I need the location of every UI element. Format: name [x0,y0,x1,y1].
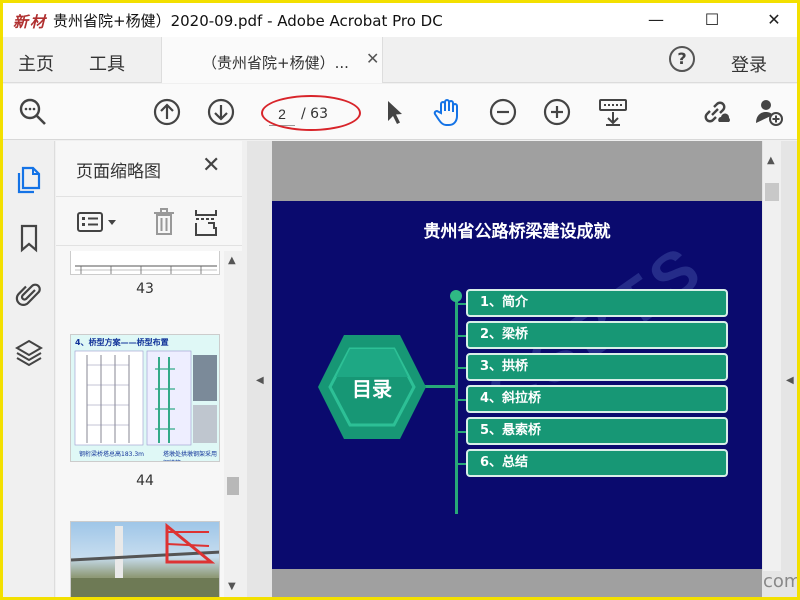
thumbnail-page-number: 43 [136,281,154,297]
panel-toolbar [56,196,242,246]
acrobat-window: 新材 贵州省院+杨健）2020-09.pdf - Adobe Acrobat P… [3,3,797,597]
hand-icon[interactable] [431,96,463,128]
login-button[interactable]: 登录 [731,51,767,77]
toc-label: 目录 [352,377,392,401]
scroll-up-icon[interactable]: ▲ [767,155,775,166]
close-window-button[interactable]: ✕ [751,3,797,37]
page-highlight-annotation [261,95,361,131]
slide-title: 贵州省公路桥梁建设成就 [423,222,611,242]
scrollbar-thumb[interactable] [227,477,239,495]
collapse-right-pane-icon[interactable]: ◀ [786,375,794,386]
search-icon[interactable] [17,96,49,128]
app-logo-icon: 新材 [13,13,48,31]
page-up-icon[interactable] [151,96,183,128]
thumbnail-caption: 塔墩处拱墩钢架采用钢锚箱 [163,451,218,461]
connector-line [455,296,458,514]
tab-home[interactable]: 主页 [18,50,54,76]
slide-page: CSBTS 贵州省公路桥梁建设成就 目录 1、简介 2、梁桥 3、拱桥 4、斜拉… [272,201,762,569]
zoom-in-icon[interactable] [541,96,573,128]
thumbnail-page-43[interactable] [70,251,220,275]
toc-item: 1、简介 [466,289,728,317]
scroll-down-icon[interactable]: ▼ [228,581,236,592]
zoom-out-icon[interactable] [487,96,519,128]
select-arrow-icon[interactable] [377,96,409,128]
title-bar: 新材 贵州省院+杨健）2020-09.pdf - Adobe Acrobat P… [3,3,797,37]
window-title: 贵州省院+杨健）2020-09.pdf - Adobe Acrobat Pro … [53,12,443,30]
document-tab-label: （贵州省院+杨健）... [202,54,349,72]
thumbnail-panel: 页面缩略图 ✕ 43 4、桥型方案——桥型布置 钢桁梁桥塔总高183.3m 塔墩… [56,141,242,597]
next-page-area [272,569,762,597]
insert-page-icon[interactable] [190,207,222,237]
tab-tools[interactable]: 工具 [89,50,125,76]
bookmark-icon[interactable] [14,223,44,253]
scroll-up-icon[interactable]: ▲ [228,255,236,266]
previous-page-area [272,141,762,201]
minimize-button[interactable]: — [633,3,679,37]
add-user-icon[interactable] [753,96,785,128]
document-scrollbar[interactable]: ▲ [763,141,781,571]
navigation-pane [3,141,55,597]
help-button[interactable]: ? [669,46,695,72]
thumbnail-caption: 钢桁梁桥塔总高183.3m [79,451,145,458]
page-down-icon[interactable] [205,96,237,128]
maximize-button[interactable]: ☐ [689,3,735,37]
thumbnail-scrollbar[interactable]: ▲ ▼ [224,251,242,597]
attachment-icon[interactable] [14,279,44,309]
thumbnail-list: 43 4、桥型方案——桥型布置 钢桁梁桥塔总高183.3m 塔墩处拱墩钢架采用钢… [56,251,224,597]
toc-item: 3、拱桥 [466,353,728,381]
connector-dot [450,290,462,302]
thumbnail-page-number: 44 [136,473,154,489]
thumbnail-page-45[interactable] [70,521,220,597]
page-thumbnails-icon[interactable] [14,165,44,195]
layers-icon[interactable] [14,337,44,367]
options-menu-icon[interactable] [76,207,122,237]
toc-item: 2、梁桥 [466,321,728,349]
toc-item: 4、斜拉桥 [466,385,728,413]
tab-document[interactable]: （贵州省院+杨健）... ✕ [161,37,383,83]
corner-watermark-text: com [763,571,797,592]
toc-item: 6、总结 [466,449,728,477]
keyboard-icon[interactable] [597,96,629,128]
close-document-tab-button[interactable]: ✕ [366,49,379,68]
toolbar: / 63 [3,84,797,140]
panel-title: 页面缩略图 [76,162,161,182]
close-panel-button[interactable]: ✕ [202,153,220,178]
tab-bar: 主页 工具 （贵州省院+杨健）... ✕ ? 登录 [3,37,797,83]
collapse-left-pane-icon[interactable]: ◀ [256,375,264,386]
toc-item: 5、悬索桥 [466,417,728,445]
share-link-icon[interactable] [699,96,731,128]
scrollbar-thumb[interactable] [765,183,779,201]
trash-icon[interactable] [148,207,180,237]
document-view: ◀ CSBTS 贵州省公路桥梁建设成就 目录 1、简介 2、梁桥 3、拱桥 [247,141,797,597]
thumbnail-page-44[interactable]: 4、桥型方案——桥型布置 钢桁梁桥塔总高183.3m 塔墩处拱墩钢架采用钢锚箱 [70,334,220,462]
